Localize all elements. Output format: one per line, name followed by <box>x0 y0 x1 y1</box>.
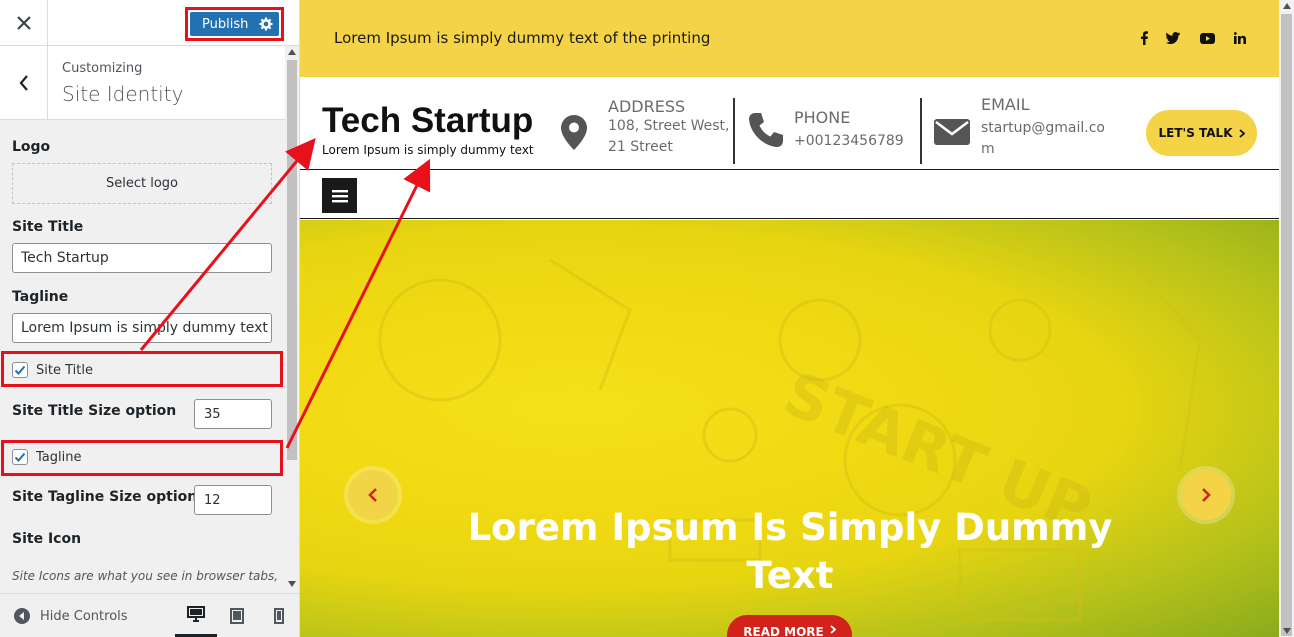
youtube-icon[interactable] <box>1199 30 1215 46</box>
address-block: ADDRESS 108, Street West, 21 Street <box>608 97 729 158</box>
slider-next-button[interactable] <box>1181 470 1231 520</box>
scroll-down-icon[interactable] <box>1283 628 1291 634</box>
site-icon-label: Site Icon <box>12 531 82 547</box>
publish-highlight-box: Publish <box>185 7 284 41</box>
linkedin-icon[interactable] <box>1232 30 1248 46</box>
preview-tablet-button[interactable] <box>216 594 258 637</box>
phone-icon <box>749 113 783 147</box>
envelope-icon <box>934 119 970 145</box>
hide-controls-label: Hide Controls <box>40 608 128 624</box>
customizing-label: Customizing <box>62 61 143 76</box>
display-tagline-checkbox[interactable] <box>12 449 28 465</box>
gear-icon[interactable] <box>259 17 273 31</box>
address-line-2: 21 Street <box>608 139 673 155</box>
tagline-size-input[interactable]: 12 <box>194 485 272 515</box>
back-button[interactable] <box>0 46 48 119</box>
chevron-left-icon <box>368 488 377 502</box>
logo-label: Logo <box>12 139 51 155</box>
site-title-input[interactable]: Tech Startup <box>12 243 272 273</box>
site-icon-description: Site Icons are what you see in browser t… <box>12 569 279 583</box>
close-customizer-button[interactable] <box>0 0 48 46</box>
phone-label: PHONE <box>794 108 851 127</box>
hide-controls-button[interactable]: Hide Controls <box>13 607 128 625</box>
site-title-label: Site Title <box>12 219 84 235</box>
collapse-icon <box>14 608 30 624</box>
publish-button[interactable]: Publish <box>190 12 279 36</box>
customizer-footer: Hide Controls <box>0 593 299 637</box>
lets-talk-label: LET'S TALK <box>1158 126 1233 140</box>
address-line-1: 108, Street West, <box>608 118 730 134</box>
location-pin-icon <box>561 115 587 150</box>
lets-talk-button[interactable]: LET'S TALK <box>1146 110 1257 156</box>
site-preview: Lorem Ipsum is simply dummy text of the … <box>300 0 1279 637</box>
read-more-label: READ MORE <box>743 625 824 637</box>
tagline-size-label: Site Tagline Size option <box>12 489 198 505</box>
customizer-sidebar: Publish Customizing Site Identity Logo S… <box>0 0 300 637</box>
email-block: EMAIL startup@gmail.co m <box>981 95 1105 160</box>
display-site-title-row[interactable]: Site Title <box>12 362 93 378</box>
preview-mobile-button[interactable] <box>258 594 299 637</box>
sidebar-scroll-thumb[interactable] <box>287 60 297 460</box>
email-line-1[interactable]: startup@gmail.co <box>981 118 1105 139</box>
site-title-size-label: Site Title Size option <box>12 403 177 419</box>
menu-toggle-button[interactable] <box>322 178 357 213</box>
mobile-icon <box>274 608 284 624</box>
facebook-icon[interactable] <box>1136 30 1152 46</box>
chevron-right-icon <box>1202 488 1211 502</box>
chevron-right-icon <box>830 625 836 634</box>
customizer-header: Publish <box>0 0 299 46</box>
email-line-2[interactable]: m <box>981 139 1105 160</box>
hero-slider: START UP Lorem Ipsum Is Simply Dummy Tex… <box>300 220 1279 637</box>
site-title-size-input[interactable]: 35 <box>194 399 272 429</box>
checkmark-icon <box>14 365 26 375</box>
site-tagline: Lorem Ipsum is simply dummy text <box>322 143 534 157</box>
preview-desktop-button[interactable] <box>175 594 217 637</box>
tablet-icon <box>230 608 244 624</box>
topbar: Lorem Ipsum is simply dummy text of the … <box>300 0 1279 77</box>
tagline-label: Tagline <box>12 289 69 305</box>
sidebar-scrollbar[interactable] <box>286 46 298 591</box>
preview-scroll-thumb[interactable] <box>1281 14 1292 636</box>
hero-title: Lorem Ipsum Is Simply Dummy Text <box>467 506 1113 597</box>
site-header: Tech Startup Lorem Ipsum is simply dummy… <box>300 77 1279 170</box>
phone-block: PHONE +00123456789 <box>794 108 904 152</box>
display-site-title-checkbox[interactable] <box>12 362 28 378</box>
topbar-text: Lorem Ipsum is simply dummy text of the … <box>334 29 711 47</box>
scroll-up-icon[interactable] <box>1283 3 1291 9</box>
twitter-icon[interactable] <box>1165 30 1181 46</box>
display-tagline-row[interactable]: Tagline <box>12 449 81 465</box>
hamburger-icon <box>331 189 348 202</box>
chevron-left-icon <box>19 74 28 91</box>
display-tagline-label: Tagline <box>36 449 82 465</box>
checkmark-icon <box>14 452 26 462</box>
close-icon <box>16 16 31 30</box>
desktop-icon <box>187 606 205 622</box>
section-header: Customizing Site Identity <box>0 46 285 120</box>
scroll-down-icon[interactable] <box>288 581 296 587</box>
divider <box>733 98 735 164</box>
select-logo-button[interactable]: Select logo <box>12 163 272 204</box>
phone-value[interactable]: +00123456789 <box>794 131 904 152</box>
divider <box>920 98 922 164</box>
nav-bar <box>300 171 1279 219</box>
address-label: ADDRESS <box>608 97 686 116</box>
scroll-up-icon[interactable] <box>288 49 296 55</box>
site-title[interactable]: Tech Startup <box>322 101 533 141</box>
display-site-title-label: Site Title <box>36 362 93 378</box>
slider-prev-button[interactable] <box>348 470 398 520</box>
publish-label: Publish <box>202 16 249 32</box>
email-label: EMAIL <box>981 95 1030 114</box>
section-title: Site Identity <box>62 82 184 106</box>
read-more-button[interactable]: READ MORE <box>727 615 852 637</box>
chevron-right-icon <box>1238 128 1245 138</box>
tagline-input[interactable]: Lorem Ipsum is simply dummy text <box>12 313 272 343</box>
